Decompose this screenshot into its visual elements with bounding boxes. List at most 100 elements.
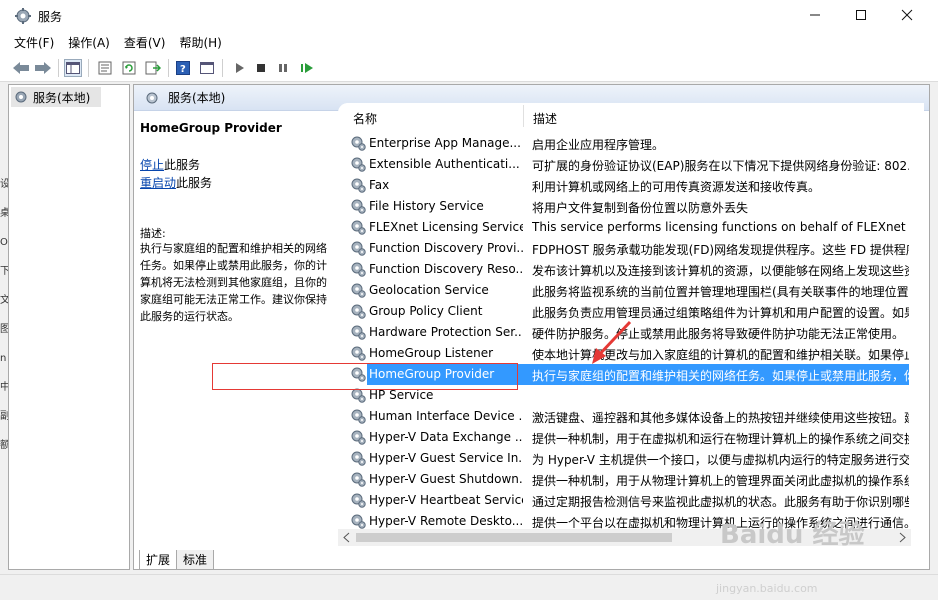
console-tree: 服务(本地) <box>8 84 130 570</box>
pause-service-button[interactable] <box>274 59 292 77</box>
service-row[interactable]: Hyper-V Data Exchange ... 提供一种机制，用于在虚拟机和运… <box>338 427 909 448</box>
service-name: FLEXnet Licensing Service <box>369 220 523 234</box>
services-gear-icon <box>15 91 27 103</box>
service-gear-icon <box>351 325 366 340</box>
service-row[interactable]: Hyper-V Guest Service In... 为 Hyper-V 主机提… <box>338 448 909 469</box>
service-name: Hyper-V Guest Service In... <box>369 451 523 465</box>
service-name: Group Policy Client <box>369 304 483 318</box>
service-gear-icon <box>351 241 366 256</box>
edge-char: 额 <box>0 440 8 451</box>
service-name: Hardware Protection Ser... <box>369 325 523 339</box>
service-name: Hyper-V Guest Shutdown... <box>369 472 523 486</box>
stop-service-link[interactable]: 停止 <box>140 158 164 172</box>
stop-suffix: 此服务 <box>164 158 201 172</box>
description-label: 描述: <box>140 227 166 240</box>
service-row[interactable]: HomeGroup Listener 使本地计算机更改与加入家庭组的计算机的配置和… <box>338 343 909 364</box>
tree-item-services-local[interactable]: 服务(本地) <box>11 87 101 107</box>
minimize-icon <box>810 14 820 16</box>
service-row[interactable]: FLEXnet Licensing Service This service pe… <box>338 217 909 238</box>
service-description: 启用企业应用程序管理。 <box>532 138 665 152</box>
service-row[interactable]: Geolocation Service 此服务将监视系统的当前位置并管理地理围栏(… <box>338 280 909 301</box>
minimize-button[interactable] <box>792 0 838 30</box>
service-name: Hyper-V Remote Deskto... <box>369 514 523 528</box>
console-view-button[interactable] <box>198 59 216 77</box>
edge-char: 图 <box>0 324 8 335</box>
edge-char: 设 <box>0 179 8 190</box>
back-arrow-icon <box>13 62 29 74</box>
toolbar: ? <box>0 54 938 82</box>
tab-standard[interactable]: 标准 <box>176 550 215 570</box>
service-description: 使本地计算机更改与加入家庭组的计算机的配置和维护相关联。如果停止 <box>532 348 909 362</box>
menu-view[interactable]: 查看(V) <box>124 32 166 54</box>
edge-char: 中 <box>0 382 8 393</box>
horizontal-scroll-thumb[interactable] <box>356 533 672 542</box>
back-button[interactable] <box>12 59 30 77</box>
services-panel: 服务(本地) HomeGroup Provider 停止此服务 重启动此服务 描… <box>133 84 930 570</box>
service-description: 通过定期报告检测信号来监视此虚拟机的状态。此服务有助于你识别哪些 <box>532 495 909 509</box>
restart-service-button[interactable] <box>298 59 316 77</box>
service-gear-icon <box>351 136 366 151</box>
export-list-button[interactable] <box>144 59 162 77</box>
service-description: 发布该计算机以及连接到该计算机的资源，以便能够在网络上发现这些资 <box>532 264 909 278</box>
service-row[interactable]: Hyper-V Guest Shutdown... 提供一种机制，用于从物理计算机… <box>338 469 909 490</box>
help-button[interactable]: ? <box>174 59 192 77</box>
service-name: HP Service <box>369 388 434 402</box>
menu-file[interactable]: 文件(F) <box>14 32 54 54</box>
watermark-url: jingyan.baidu.com <box>716 582 818 595</box>
column-headers: 名称 描述 <box>338 103 924 131</box>
column-divider[interactable] <box>523 105 524 127</box>
column-header-name[interactable]: 名称 <box>353 110 377 127</box>
service-row[interactable]: Enterprise App Manage... 启用企业应用程序管理。 <box>338 133 909 154</box>
service-row[interactable]: Function Discovery Reso... 发布该计算机以及连接到该计算… <box>338 259 909 280</box>
service-gear-icon <box>351 262 366 277</box>
start-service-button[interactable] <box>230 59 248 77</box>
toolbar-separator <box>88 59 89 77</box>
services-gear-icon <box>15 8 31 24</box>
service-row[interactable]: Human Interface Device ... 激活键盘、遥控器和其他多媒体… <box>338 406 909 427</box>
menu-bar: 文件(F) 操作(A) 查看(V) 帮助(H) <box>0 32 938 54</box>
service-row[interactable]: Group Policy Client 此服务负责应用管理员通过组策略组件为计算机… <box>338 301 909 322</box>
service-row[interactable]: Fax 利用计算机或网络上的可用传真资源发送和接收传真。 <box>338 175 909 196</box>
service-gear-icon <box>351 409 366 424</box>
title-bar: 服务 <box>0 0 938 32</box>
service-gear-icon <box>351 451 366 466</box>
toolbar-separator <box>58 59 59 77</box>
service-row[interactable]: File History Service 将用户文件复制到备份位置以防意外丢失 <box>338 196 909 217</box>
scroll-left-icon <box>343 532 350 543</box>
edge-char: n <box>0 353 7 364</box>
maximize-button[interactable] <box>838 0 884 30</box>
service-description: 提供一种机制，用于从物理计算机上的管理界面关闭此虚拟机的操作系统 <box>532 474 909 488</box>
service-gear-icon <box>351 346 366 361</box>
service-description: 此服务负责应用管理员通过组策略组件为计算机和用户配置的设置。如果 <box>532 306 909 320</box>
service-gear-icon <box>351 430 366 445</box>
service-row[interactable]: Extensible Authenticati... 可扩展的身份验证协议(EAP… <box>338 154 909 175</box>
service-row[interactable]: Hardware Protection Ser... 硬件防护服务。停止或禁用此服… <box>338 322 909 343</box>
view-tabs: 扩展 标准 <box>139 550 215 570</box>
refresh-button[interactable] <box>120 59 138 77</box>
service-row[interactable]: Function Discovery Provi... FDPHOST 服务承载功… <box>338 238 909 259</box>
restart-service-link[interactable]: 重启动 <box>140 176 176 190</box>
play-icon <box>236 63 244 73</box>
service-name: Function Discovery Reso... <box>369 262 523 276</box>
close-icon <box>901 9 913 21</box>
pause-icon <box>279 64 287 72</box>
close-button[interactable] <box>884 0 930 30</box>
show-tree-button[interactable] <box>64 59 82 77</box>
menu-help[interactable]: 帮助(H) <box>179 32 221 54</box>
service-description: 将用户文件复制到备份位置以防意外丢失 <box>532 201 749 215</box>
edge-char: 副 <box>0 411 8 422</box>
forward-button[interactable] <box>34 59 52 77</box>
forward-arrow-icon <box>35 62 51 74</box>
service-row[interactable]: Hyper-V Heartbeat Service 通过定期报告检测信号来监视此虚… <box>338 490 909 511</box>
properties-button[interactable] <box>96 59 114 77</box>
tab-extended[interactable]: 扩展 <box>139 550 178 570</box>
toolbar-separator <box>168 59 169 77</box>
service-description: 激活键盘、遥控器和其他多媒体设备上的热按钮并继续使用这些按钮。建 <box>532 411 909 425</box>
stop-service-button[interactable] <box>252 59 270 77</box>
edge-char: 桌 <box>0 208 8 219</box>
menu-action[interactable]: 操作(A) <box>68 32 110 54</box>
service-description: 此服务将监视系统的当前位置并管理地理围栏(具有关联事件的地理位置) <box>532 285 909 299</box>
column-header-desc[interactable]: 描述 <box>533 110 557 127</box>
tree-item-label: 服务(本地) <box>33 90 91 105</box>
service-name: File History Service <box>369 199 484 213</box>
